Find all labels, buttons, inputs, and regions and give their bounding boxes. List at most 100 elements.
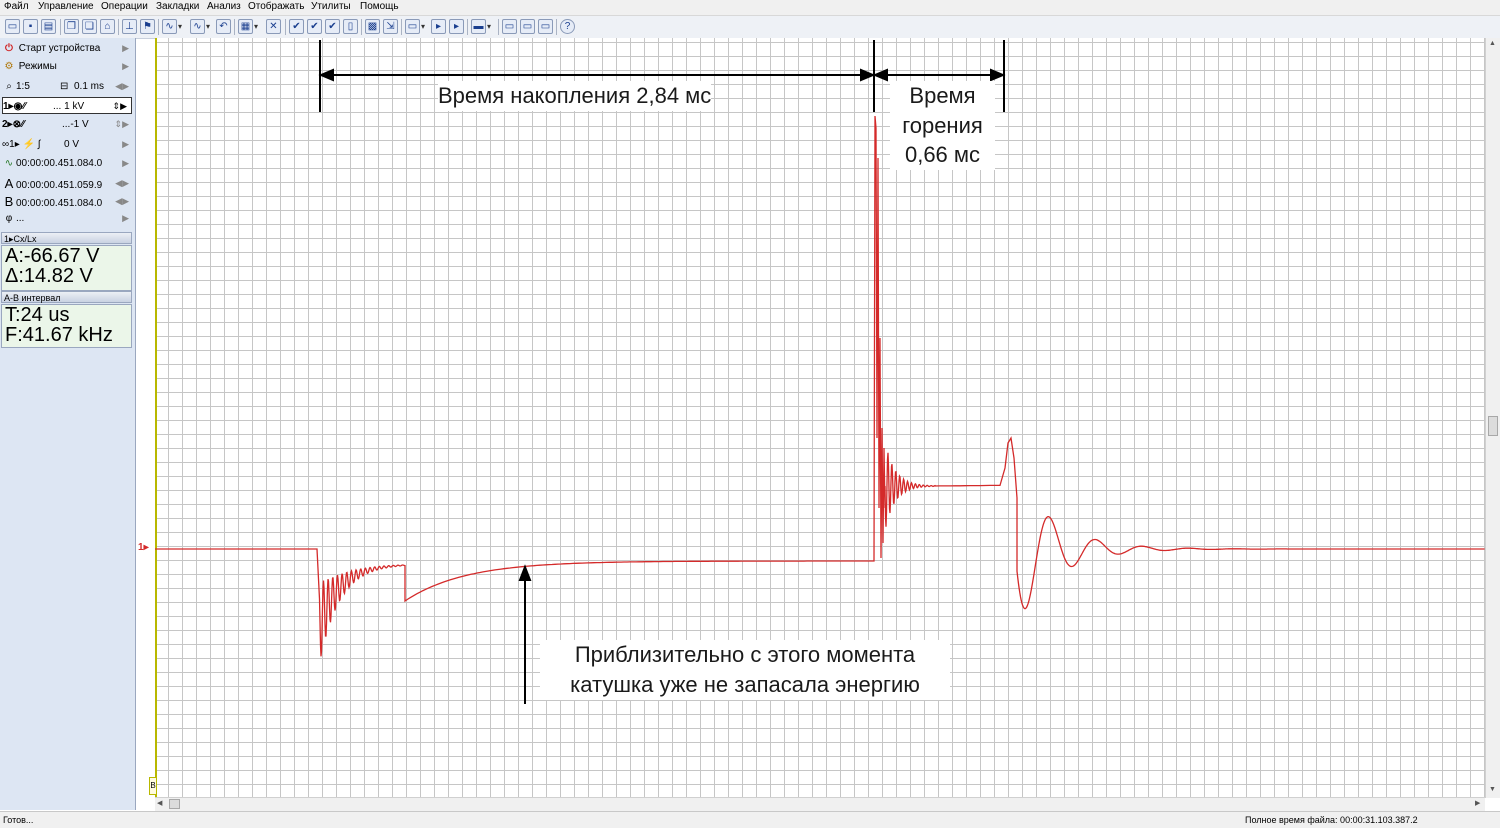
timebase-icon: ⊟ bbox=[60, 81, 69, 92]
chevron-right-icon: ▶ bbox=[122, 158, 129, 168]
window-b-icon[interactable]: ▭ bbox=[520, 19, 535, 34]
status-bar: Готов... Полное время файла: 00:00:31.10… bbox=[0, 811, 1500, 828]
vertical-scroll-thumb[interactable] bbox=[1488, 416, 1498, 436]
paste-icon[interactable]: ❏ bbox=[82, 19, 97, 34]
channel1-marker-label: 1 bbox=[138, 542, 144, 553]
arrow-head-left bbox=[318, 68, 334, 82]
menu-help[interactable]: Помощь bbox=[360, 1, 399, 12]
help-icon[interactable]: ? bbox=[560, 19, 575, 34]
channel-marker-icon: 1▸ bbox=[4, 234, 14, 244]
scroll-up-icon[interactable]: ▲ bbox=[1489, 40, 1496, 47]
cursor-a-row[interactable]: A 00:00:00.451.059.9 ◀▶ bbox=[2, 175, 133, 192]
page-icon[interactable]: ▯ bbox=[343, 19, 358, 34]
channel2-icon: 2▸⊗∕∕ bbox=[2, 119, 25, 130]
grid-icon[interactable]: ▩ bbox=[365, 19, 380, 34]
stepper-icon: ◀▶ bbox=[115, 196, 129, 206]
marker-icon[interactable]: ⊥ bbox=[122, 19, 137, 34]
check-more-icon[interactable]: ✔ bbox=[325, 19, 340, 34]
ab-period-value: T:24 us bbox=[5, 304, 70, 326]
start-device-item[interactable]: ⏻ Старт устройства ▶ bbox=[2, 40, 133, 57]
window-icon[interactable]: ▭ bbox=[502, 19, 517, 34]
stepper-icon: ◀▶ bbox=[115, 178, 129, 188]
arrow-head-left bbox=[872, 68, 888, 82]
menu-file[interactable]: Файл bbox=[4, 1, 29, 12]
trigger-level: 0 V bbox=[64, 139, 80, 150]
check-icon[interactable]: ✔ bbox=[289, 19, 304, 34]
flag-icon[interactable]: ⚑ bbox=[140, 19, 155, 34]
layout-icon[interactable]: ▬ bbox=[471, 19, 491, 34]
stepper-icon: ⇕▶ bbox=[114, 119, 129, 129]
channel1-icon: 1▸◉∕∕ bbox=[3, 101, 26, 112]
cursor-a-icon: A bbox=[4, 176, 14, 191]
modes-label: Режимы bbox=[18, 61, 57, 72]
status-file-time: Полное время файла: 00:00:31.103.387.2 bbox=[1245, 815, 1418, 825]
modes-icon: ⚙ bbox=[4, 61, 14, 72]
horizontal-scrollbar[interactable]: ◀ ▶ bbox=[155, 797, 1485, 811]
trigger-time-row[interactable]: ∿ 00:00:00.451.084.0 ▶ bbox=[2, 155, 133, 172]
waveform-plot[interactable]: Время накопления 2,84 мс Время горения 0… bbox=[155, 38, 1485, 798]
step-b-icon[interactable]: ▸ bbox=[449, 19, 464, 34]
filter-icon[interactable]: ∿ bbox=[190, 19, 210, 34]
cursor-b-row[interactable]: B 00:00:00.451.084.0 ◀▶ bbox=[2, 193, 133, 210]
step-a-icon[interactable]: ▸ bbox=[431, 19, 446, 34]
modes-item[interactable]: ⚙ Режимы ▶ bbox=[2, 58, 133, 75]
display-icon[interactable]: ▦ bbox=[238, 19, 258, 34]
window-c-icon[interactable]: ▭ bbox=[538, 19, 553, 34]
folder-icon[interactable]: ▭ bbox=[405, 19, 425, 34]
cursor-a-time: 00:00:00.451.059.9 bbox=[16, 180, 103, 191]
arrow-head-up bbox=[518, 564, 532, 581]
open-icon[interactable]: ▭ bbox=[5, 19, 20, 34]
measure-icon[interactable]: ∿ bbox=[162, 19, 182, 34]
channel1-scale: ... 1 kV bbox=[53, 101, 85, 112]
cursor-b-icon: B bbox=[4, 194, 14, 209]
note-line-1: Приблизительно с этого момента bbox=[540, 640, 950, 670]
burn-time-value: 0,66 мс bbox=[890, 140, 995, 170]
menu-bar: Файл Управление Операции Закладки Анализ… bbox=[0, 0, 1500, 16]
menu-control[interactable]: Управление bbox=[38, 1, 94, 12]
channel1-row[interactable]: 1▸◉∕∕ ... 1 kV ⇕▶ bbox=[2, 97, 132, 114]
chevron-right-icon: ▶ bbox=[122, 213, 129, 223]
scroll-left-icon[interactable]: ◀ bbox=[157, 799, 162, 807]
power-icon: ⏻ bbox=[5, 43, 13, 54]
arrow-head-right bbox=[990, 68, 1006, 82]
burn-time-title-2: горения bbox=[890, 111, 995, 141]
phi-icon: φ bbox=[5, 213, 13, 224]
delete-icon[interactable]: ✕ bbox=[266, 19, 281, 34]
arrow-head-right bbox=[860, 68, 876, 82]
undo-icon[interactable]: ↶ bbox=[216, 19, 231, 34]
menu-bookmarks[interactable]: Закладки bbox=[156, 1, 199, 12]
cx-delta-value: Δ:14.82 V bbox=[5, 265, 93, 287]
tool-icon[interactable]: ⌂ bbox=[100, 19, 115, 34]
cursor-handle[interactable]: B bbox=[149, 777, 157, 795]
ab-header: A-B интервал bbox=[1, 291, 132, 303]
scroll-right-icon[interactable]: ▶ bbox=[1475, 799, 1480, 807]
channel1-level-marker[interactable]: 1▸ bbox=[138, 542, 149, 553]
channel2-row[interactable]: 2▸⊗∕∕ ...-1 V ⇕▶ bbox=[2, 116, 133, 133]
menu-operations[interactable]: Операции bbox=[101, 1, 148, 12]
channel2-scale: ...-1 V bbox=[62, 119, 89, 130]
trigger-row[interactable]: ∞1▸ ⚡ ∫ 0 V ▶ bbox=[2, 136, 133, 153]
vertical-scrollbar[interactable]: ▲ ▼ bbox=[1485, 38, 1500, 798]
trigger-time-icon: ∿ bbox=[4, 158, 14, 169]
timebase-value: 0.1 ms bbox=[74, 81, 105, 92]
menu-utilities[interactable]: Утилиты bbox=[311, 1, 351, 12]
save-icon[interactable]: ▪ bbox=[23, 19, 38, 34]
note-line-2: катушка уже не запасала энергию bbox=[540, 670, 950, 700]
menu-analysis[interactable]: Анализ bbox=[207, 1, 241, 12]
menu-view[interactable]: Отображать bbox=[248, 1, 304, 12]
ab-frequency-value: F:41.67 kHz bbox=[5, 324, 113, 346]
zoom-row[interactable]: ⌕ 1:5 ⊟ 0.1 ms ◀▶ bbox=[2, 78, 133, 95]
cx-a-value: A:-66.67 V bbox=[5, 245, 100, 267]
phi-row[interactable]: φ... ▶ bbox=[2, 210, 133, 227]
print-icon[interactable]: ▤ bbox=[41, 19, 56, 34]
export-icon[interactable]: ⇲ bbox=[383, 19, 398, 34]
horizontal-scroll-thumb[interactable] bbox=[169, 799, 180, 809]
signal-trace bbox=[155, 115, 1485, 657]
zoom-value: 1:5 bbox=[16, 81, 30, 92]
scroll-down-icon[interactable]: ▼ bbox=[1489, 786, 1496, 793]
trigger-time: 00:00:00.451.084.0 bbox=[16, 158, 103, 169]
check-all-icon[interactable]: ✔ bbox=[307, 19, 322, 34]
burn-time-title-1: Время bbox=[890, 81, 995, 111]
copy-icon[interactable]: ❐ bbox=[64, 19, 79, 34]
stepper-icon: ◀▶ bbox=[115, 81, 129, 91]
